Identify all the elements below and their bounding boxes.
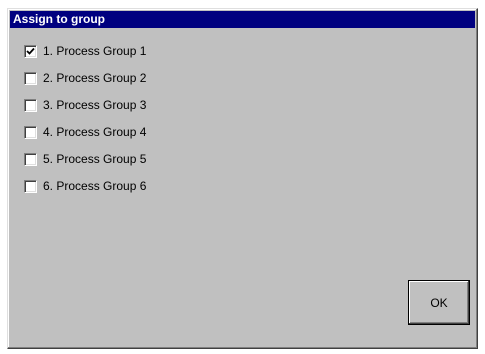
group-checkbox-6[interactable]	[24, 180, 37, 193]
group-label-2[interactable]: 2. Process Group 2	[43, 70, 146, 87]
group-item-6[interactable]: 6. Process Group 6	[24, 178, 146, 205]
group-checkbox-3[interactable]	[24, 99, 37, 112]
assign-to-group-dialog: Assign to group 1. Process Group 1 2. Pr…	[7, 8, 478, 349]
group-checkbox-list: 1. Process Group 1 2. Process Group 2 3.…	[24, 43, 146, 205]
group-item-5[interactable]: 5. Process Group 5	[24, 151, 146, 178]
group-item-3[interactable]: 3. Process Group 3	[24, 97, 146, 124]
group-item-2[interactable]: 2. Process Group 2	[24, 70, 146, 97]
checkmark-icon	[26, 47, 35, 55]
group-checkbox-2[interactable]	[24, 72, 37, 85]
dialog-title: Assign to group	[10, 11, 475, 28]
group-label-4[interactable]: 4. Process Group 4	[43, 124, 146, 141]
group-label-5[interactable]: 5. Process Group 5	[43, 151, 146, 168]
ok-button[interactable]: OK	[408, 280, 470, 325]
group-checkbox-5[interactable]	[24, 153, 37, 166]
group-checkbox-4[interactable]	[24, 126, 37, 139]
group-checkbox-1[interactable]	[24, 45, 37, 58]
group-label-6[interactable]: 6. Process Group 6	[43, 178, 146, 195]
group-item-1[interactable]: 1. Process Group 1	[24, 43, 146, 70]
group-label-1[interactable]: 1. Process Group 1	[43, 43, 146, 60]
group-item-4[interactable]: 4. Process Group 4	[24, 124, 146, 151]
group-label-3[interactable]: 3. Process Group 3	[43, 97, 146, 114]
